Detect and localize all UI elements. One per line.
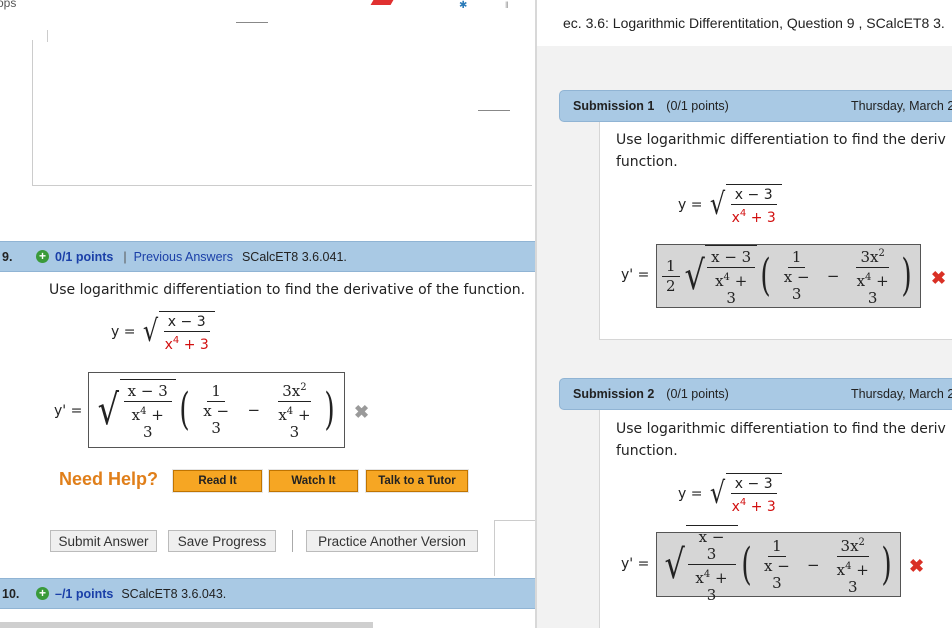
apps-label[interactable]: ops (0, 0, 16, 10)
save-progress-button[interactable]: Save Progress (168, 530, 276, 552)
question-10-header: 10. + –/1 points SCalcET8 3.6.043. (0, 578, 535, 609)
practice-another-version-button[interactable]: Practice Another Version (306, 530, 478, 552)
answer-term2-denominator: x4 + 3 (278, 406, 311, 441)
wrong-x-icon: ✖ (931, 268, 947, 288)
answer-minus: − (247, 401, 261, 419)
question-code: SCalcET8 3.6.041. (241, 249, 347, 264)
popup-edge (494, 520, 535, 576)
submission-2-function: y = √ x − 3 x4 + 3 (678, 473, 782, 515)
submission-points: (0/1 points) (666, 99, 729, 113)
function-numerator: x − 3 (163, 315, 210, 332)
submission-date: Thursday, March 2 (851, 99, 952, 113)
submission-1-answer: 1 2 √ x − 3 x4 + 3 ( 1 x − 3 − 3x2 x4 + … (656, 244, 921, 308)
answer-input[interactable]: √ x − 3 x4 + 3 ( 1 x − 3 − 3x2 x4 + 3 ) (88, 372, 345, 448)
question-points: 0/1 points (55, 249, 114, 264)
y-prime-label: y' = (621, 267, 650, 283)
question-prompt: Use logarithmic differentiation to find … (49, 282, 526, 298)
submission-1-function: y = √ x − 3 x4 + 3 (678, 184, 782, 226)
submission-2-answer: √ x − 3 x4 + 3 ( 1 x − 3 − 3x2 x4 + 3 ) (656, 525, 901, 604)
sqrt-expression: √ x − 3 x4 + 3 (141, 311, 215, 353)
submission-1-header: Submission 1 (0/1 points) Thursday, Marc… (559, 90, 952, 122)
watch-it-button[interactable]: Watch It (268, 469, 359, 493)
toolbar-mark: ‖ (505, 0, 509, 10)
wrong-x-icon: ✖ (354, 402, 370, 422)
y-prime-label: y' = (621, 556, 650, 572)
question-9-header: 9. + 0/1 points | Previous Answers SCalc… (0, 241, 535, 272)
submission-date: Thursday, March 2 (851, 387, 952, 401)
horizontal-scrollbar[interactable] (0, 622, 373, 628)
answer-numerator: x − 3 (123, 383, 172, 402)
header-separator: | (123, 249, 127, 264)
talk-to-tutor-button[interactable]: Talk to a Tutor (365, 469, 469, 493)
expand-plus-icon[interactable]: + (36, 250, 49, 263)
assignment-pane: ops ✱ ‖ 9. + 0/1 points | Previous Answe… (0, 0, 535, 628)
answer-denominator: x4 + 3 (131, 406, 164, 441)
button-separator (292, 530, 293, 552)
red-arrow-mark (370, 0, 394, 5)
answer-term1-denominator: x − 3 (203, 402, 230, 437)
function-denominator: x4 + 3 (164, 335, 209, 353)
radical-sign: √ (143, 314, 159, 349)
answer-term2-numerator: 3x2 (278, 379, 311, 402)
submission-prompt: Use logarithmic differentiation to find … (616, 132, 946, 170)
history-title: ec. 3.6: Logarithmic Differentitation, Q… (563, 15, 945, 31)
submission-title: Submission 1 (573, 99, 655, 113)
submission-title: Submission 2 (573, 387, 655, 401)
read-it-button[interactable]: Read It (172, 469, 263, 493)
wrong-x-icon: ✖ (909, 556, 925, 576)
function-equation: y = √ x − 3 x4 + 3 (111, 311, 215, 353)
extension-icon[interactable]: ✱ (459, 0, 467, 11)
previous-question-box (32, 40, 532, 186)
expand-plus-icon[interactable]: + (36, 587, 49, 600)
history-title-bar: ec. 3.6: Logarithmic Differentitation, Q… (537, 0, 952, 46)
need-help-label: Need Help? (59, 469, 159, 489)
submit-answer-button[interactable]: Submit Answer (50, 530, 157, 552)
answer-term1-numerator: 1 (207, 383, 225, 402)
y-label: y = (111, 324, 136, 340)
submission-2-header: Submission 2 (0/1 points) Thursday, Marc… (559, 378, 952, 410)
question-number: 10. (2, 586, 20, 601)
y-prime-label: y' = (54, 403, 83, 419)
submission-prompt: Use logarithmic differentiation to find … (616, 421, 946, 459)
divider-line (478, 110, 510, 111)
submission-points: (0/1 points) (666, 387, 729, 401)
divider-line (236, 22, 268, 23)
question-number: 9. (2, 249, 13, 264)
submission-history-pane: ec. 3.6: Logarithmic Differentitation, Q… (535, 0, 952, 628)
question-points: –/1 points (55, 586, 114, 601)
previous-answers-link[interactable]: Previous Answers (134, 250, 233, 264)
question-code: SCalcET8 3.6.043. (121, 586, 227, 601)
